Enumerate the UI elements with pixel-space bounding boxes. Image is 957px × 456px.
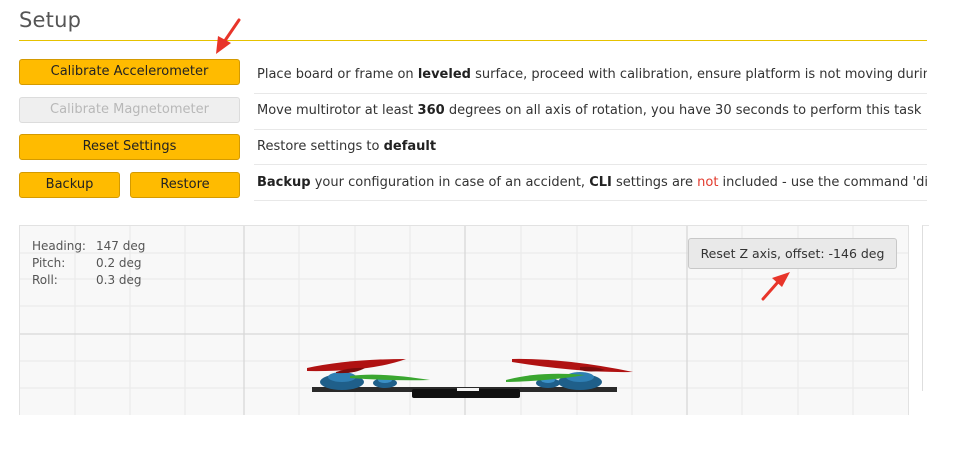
desc-text: your configuration in case of an acciden…: [310, 175, 590, 190]
desc-text: Place board or frame on: [257, 67, 418, 82]
title-divider: [19, 40, 927, 41]
desc-bold: Backup: [257, 175, 311, 190]
desc-text: Restore settings to: [257, 139, 384, 154]
annotation-arrow-icon: [761, 272, 790, 301]
roll-value: 0.3 deg: [96, 273, 142, 287]
annotation-arrow-icon: [216, 18, 241, 54]
desc-text: degrees on all axis of rotation, you hav…: [444, 103, 922, 118]
reset-settings-description: Restore settings to default: [257, 129, 927, 165]
heading-value: 147 deg: [96, 239, 146, 253]
backup-description: Backup your configuration in case of an …: [257, 165, 927, 201]
reset-z-axis-button[interactable]: Reset Z axis, offset: -146 deg: [688, 238, 897, 269]
reset-settings-button[interactable]: Reset Settings: [19, 134, 240, 160]
desc-text: surface, proceed with calibration, ensur…: [475, 67, 927, 82]
desc-bold: CLI: [589, 175, 612, 190]
calibrate-magnetometer-description: Move multirotor at least 360 degrees on …: [257, 93, 927, 129]
backup-button[interactable]: Backup: [19, 172, 120, 198]
desc-text: Move multirotor at least: [257, 103, 418, 118]
calibrate-accelerometer-button[interactable]: Calibrate Accelerometer: [19, 59, 240, 85]
desc-text: included - use the command 'diff all' in…: [722, 175, 927, 190]
desc-bold: 360: [417, 103, 445, 118]
calibrate-accelerometer-description: Place board or frame on leveled surface,…: [257, 57, 927, 93]
pitch-value: 0.2 deg: [96, 256, 142, 270]
calibrate-magnetometer-button[interactable]: Calibrate Magnetometer: [19, 97, 240, 123]
desc-bold: leveled: [417, 67, 471, 82]
restore-button[interactable]: Restore: [130, 172, 240, 198]
desc-warning: not: [697, 175, 719, 190]
roll-label: Roll:: [32, 273, 58, 287]
page-title: Setup: [19, 8, 82, 32]
desc-text: settings are: [611, 175, 698, 190]
side-panel-edge: [922, 225, 929, 391]
quadcopter-model: [307, 358, 633, 398]
desc-bold: default: [383, 139, 437, 154]
row-divider: [254, 200, 927, 201]
pitch-label: Pitch:: [32, 256, 66, 270]
heading-label: Heading:: [32, 239, 86, 253]
